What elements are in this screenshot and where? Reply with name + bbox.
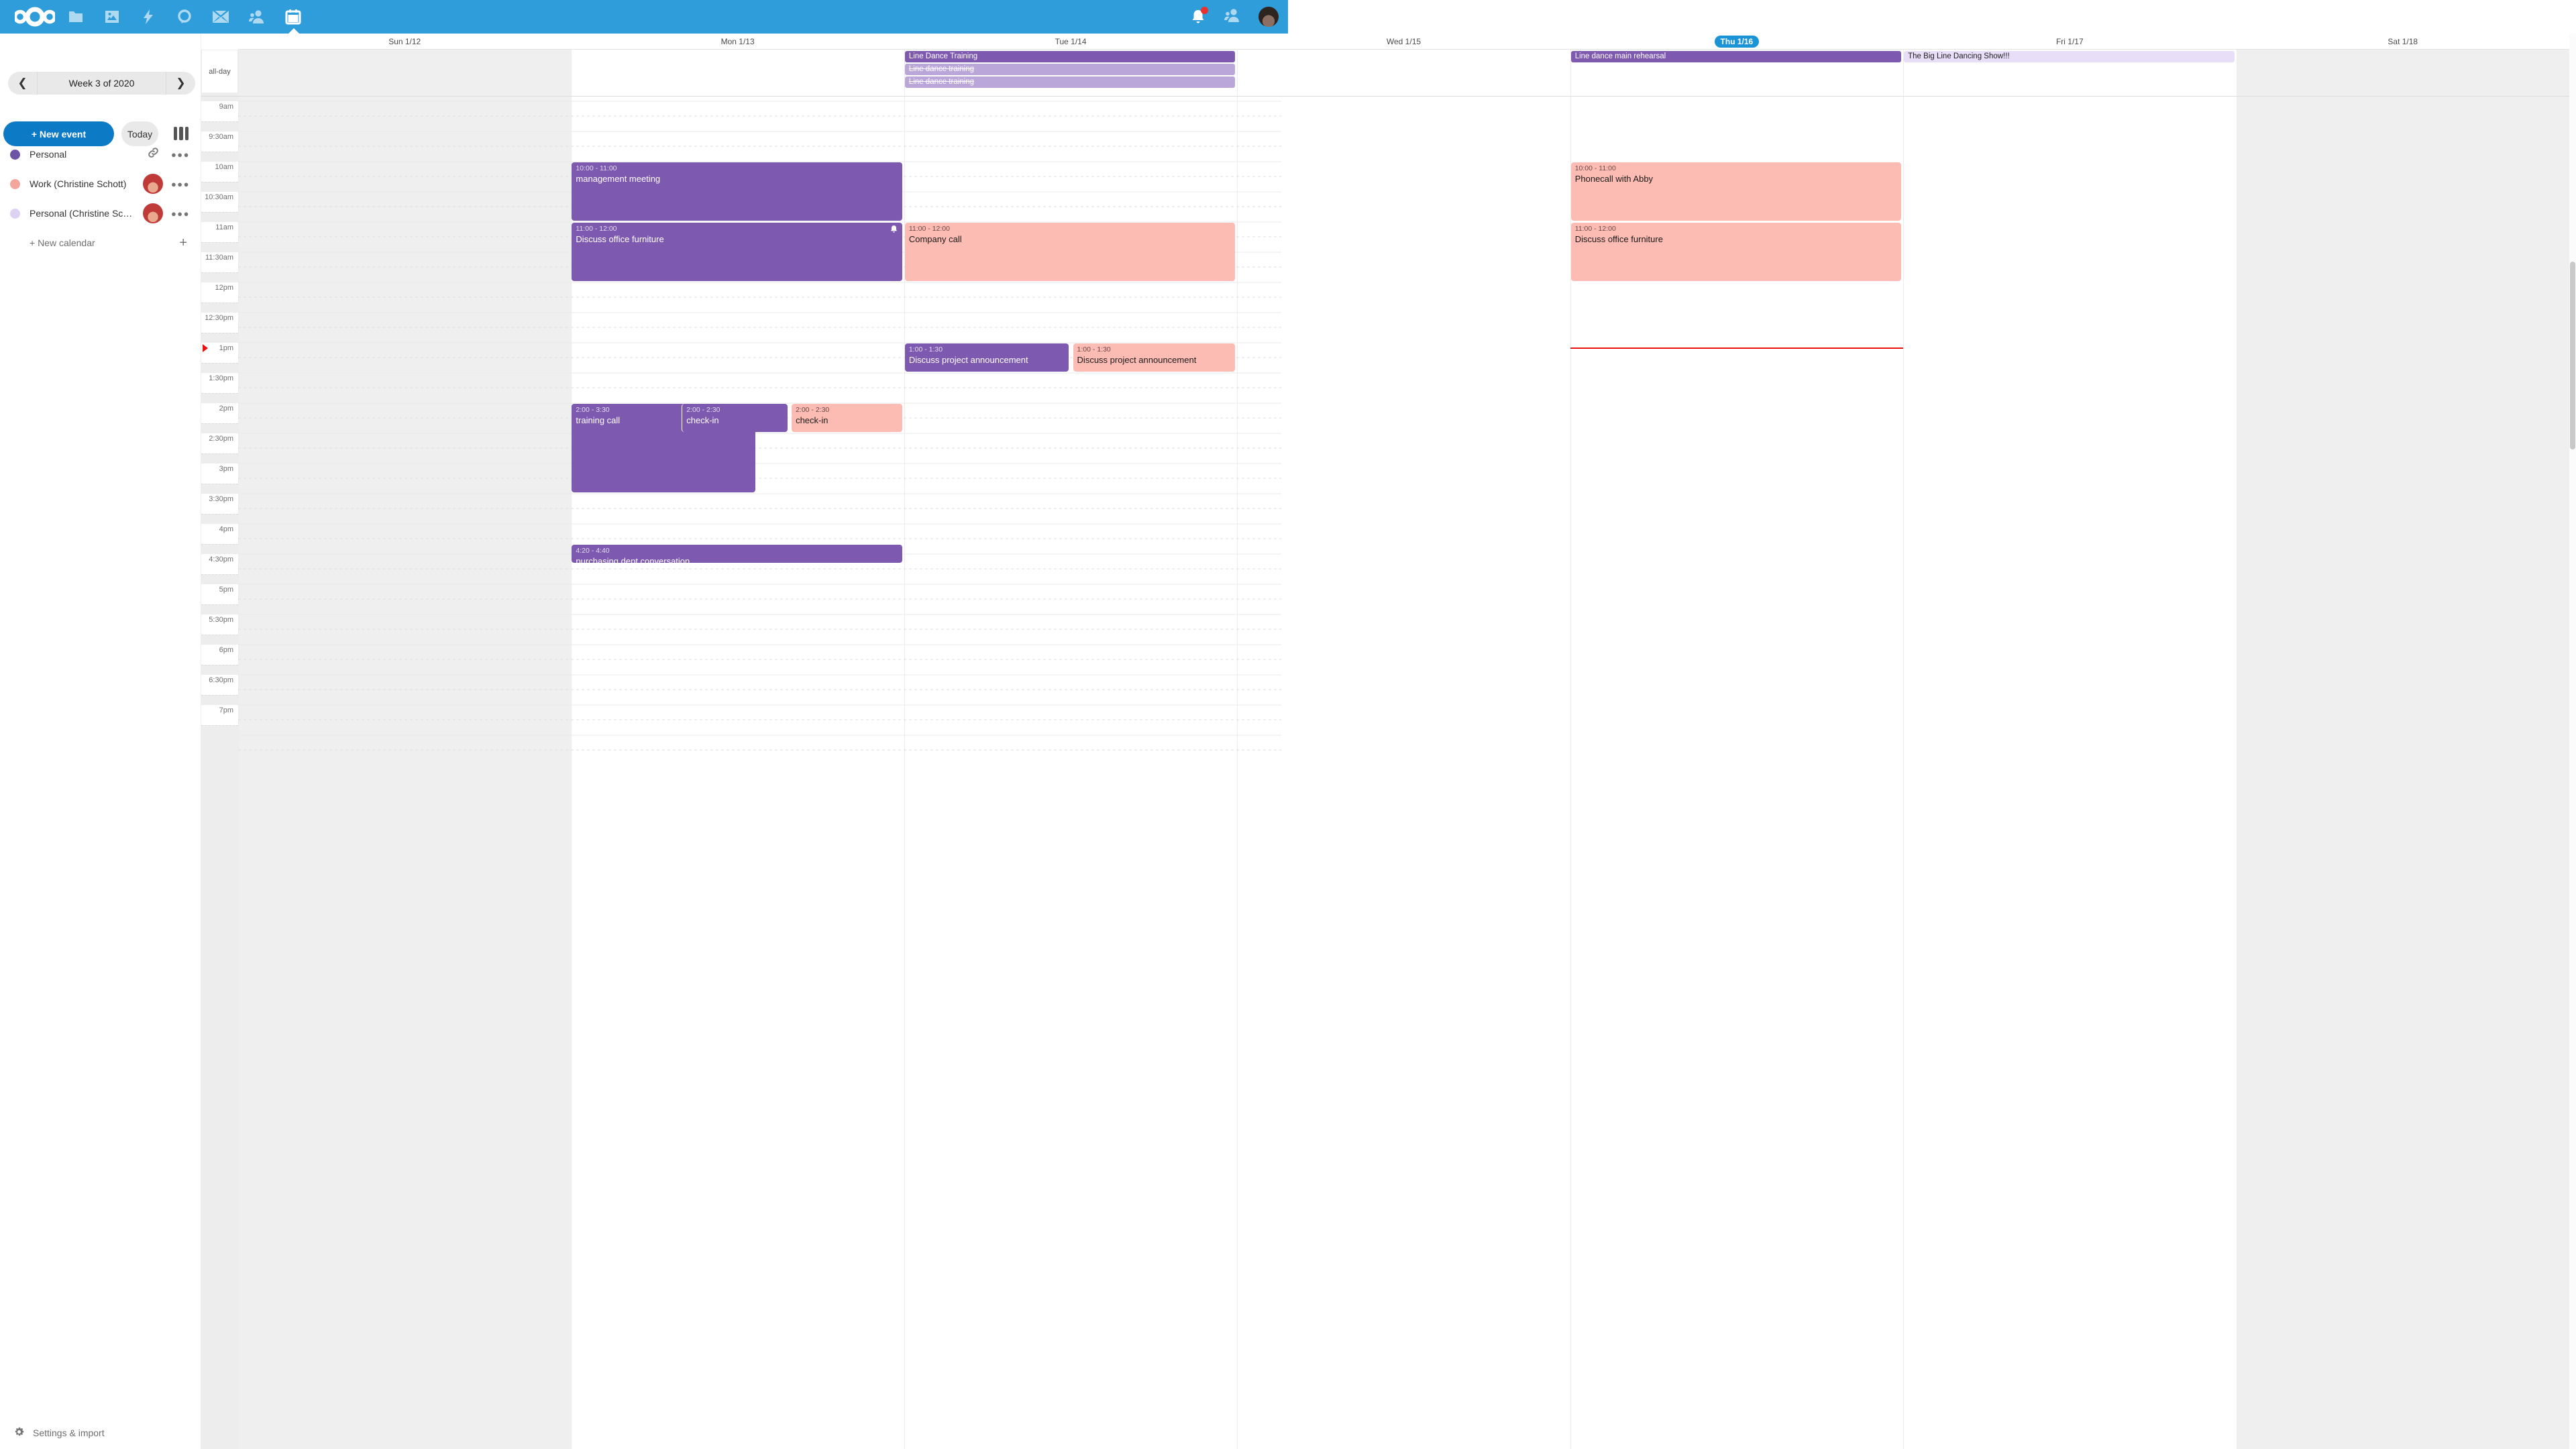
shared-by-avatar — [143, 203, 163, 223]
sidebar: ❮ Week 3 of 2020 ❯ + New event Today Per… — [0, 34, 201, 1449]
all-day-event[interactable]: Line dance main rehearsal — [1571, 51, 1901, 62]
all-day-event[interactable]: Line dance training — [905, 76, 1235, 88]
event[interactable]: 1:00 - 1:30Discuss project announcement — [905, 343, 1069, 372]
settings-and-import[interactable]: Settings & import — [13, 1426, 105, 1440]
calendar-week-view: Sun 1/12Mon 1/13Tue 1/14Wed 1/15Thu 1/16… — [201, 34, 2576, 1449]
time-label: 2pm — [201, 403, 238, 433]
alarm-bell-icon — [890, 225, 898, 233]
notifications-bell-icon[interactable] — [1190, 9, 1206, 25]
time-label: 9am — [201, 101, 238, 131]
all-day-event[interactable]: Line dance training — [905, 64, 1235, 75]
calendar-item-work-christine[interactable]: Work (Christine Schott) ●●● — [0, 169, 201, 199]
new-calendar-row[interactable]: + New calendar + — [0, 228, 201, 258]
event[interactable]: 11:00 - 12:00Discuss office furniture — [1571, 223, 1901, 281]
time-label: 10am — [201, 162, 238, 192]
time-label: 3pm — [201, 464, 238, 494]
all-day-label: all-day — [202, 50, 237, 93]
calendar-color-dot — [10, 209, 20, 219]
time-label: 9:30am — [201, 131, 238, 162]
calendar-color-dot — [10, 150, 20, 160]
view-switcher-icon[interactable] — [174, 127, 189, 140]
time-label: 12:30pm — [201, 313, 238, 343]
mail-icon[interactable] — [212, 8, 229, 25]
calendar-actions-menu-icon[interactable]: ●●● — [171, 150, 190, 160]
calendar-actions-menu-icon[interactable]: ●●● — [171, 179, 190, 189]
vertical-scrollbar[interactable] — [2569, 34, 2576, 1449]
events-layer: 10:00 - 11:00management meeting11:00 - 1… — [238, 97, 2569, 1449]
time-label: 1:30pm — [201, 373, 238, 403]
active-app-indicator — [288, 28, 300, 34]
day-header[interactable]: Tue 1/14 — [904, 34, 1237, 49]
all-day-events-layer: Line Dance TrainingLine dance trainingLi… — [238, 50, 2569, 97]
time-label: 5pm — [201, 584, 238, 614]
week-navigation: ❮ Week 3 of 2020 ❯ — [8, 72, 195, 95]
time-label: 7pm — [201, 705, 238, 735]
day-header[interactable]: Wed 1/15 — [1237, 34, 1570, 49]
files-icon[interactable] — [67, 8, 85, 25]
event[interactable]: 2:00 - 2:30check-in — [682, 404, 787, 432]
time-label: 10:30am — [201, 192, 238, 222]
day-header[interactable]: Sun 1/12 — [238, 34, 571, 49]
time-label: 4pm — [201, 524, 238, 554]
event[interactable]: 10:00 - 11:00management meeting — [572, 162, 902, 221]
top-bar-right — [1190, 0, 1279, 34]
event[interactable]: 2:00 - 2:30check-in — [792, 404, 902, 432]
time-label: 12pm — [201, 282, 238, 313]
all-day-event[interactable]: Line Dance Training — [905, 51, 1235, 62]
calendar-item-personal[interactable]: Personal ●●● — [0, 140, 201, 169]
current-time-arrow-icon — [203, 344, 208, 352]
next-week-button[interactable]: ❯ — [166, 72, 195, 95]
current-time-line — [1570, 347, 1903, 349]
event[interactable]: 10:00 - 11:00Phonecall with Abby — [1571, 162, 1901, 221]
gear-icon — [13, 1426, 25, 1440]
time-label: 6pm — [201, 645, 238, 675]
top-bar — [0, 0, 1288, 34]
time-label: 2:30pm — [201, 433, 238, 464]
all-day-event[interactable]: The Big Line Dancing Show!!! — [1904, 51, 2234, 62]
time-label: 11:30am — [201, 252, 238, 282]
week-label[interactable]: Week 3 of 2020 — [38, 78, 166, 89]
time-grid[interactable]: 9am9:30am10am10:30am11am11:30am12pm12:30… — [201, 97, 2569, 1449]
app-navigation-bar — [67, 0, 302, 34]
contacts-menu-icon[interactable] — [1224, 7, 1241, 27]
nextcloud-logo-icon[interactable] — [15, 5, 55, 32]
time-label: 6:30pm — [201, 675, 238, 705]
day-header[interactable]: Mon 1/13 — [571, 34, 904, 49]
notification-badge — [1201, 7, 1208, 14]
time-label: 5:30pm — [201, 614, 238, 645]
all-day-gutter: all-day — [201, 50, 238, 97]
event[interactable]: 11:00 - 12:00Company call — [905, 223, 1235, 281]
contacts-icon[interactable] — [248, 8, 266, 25]
user-avatar[interactable] — [1258, 7, 1279, 27]
calendar-icon[interactable] — [284, 8, 302, 25]
day-header-row: Sun 1/12Mon 1/13Tue 1/14Wed 1/15Thu 1/16… — [238, 34, 2569, 50]
time-label: 11am — [201, 222, 238, 252]
day-header[interactable]: Sat 1/18 — [2237, 34, 2569, 49]
event[interactable]: 4:20 - 4:40purchasing dept conversation — [572, 545, 902, 563]
photos-icon[interactable] — [103, 8, 121, 25]
time-label: 3:30pm — [201, 494, 238, 524]
all-day-divider — [201, 96, 2569, 97]
time-label: 4:30pm — [201, 554, 238, 584]
scrollbar-thumb[interactable] — [2570, 262, 2575, 449]
calendar-item-personal-christine[interactable]: Personal (Christine Scho… ●●● — [0, 199, 201, 228]
time-axis-gutter: 9am9:30am10am10:30am11am11:30am12pm12:30… — [201, 97, 238, 1449]
talk-icon[interactable] — [176, 8, 193, 25]
plus-icon[interactable]: + — [179, 235, 187, 251]
all-day-row: all-day Line Dance Training Line dance tr… — [201, 50, 2569, 97]
previous-week-button[interactable]: ❮ — [8, 72, 38, 95]
day-header[interactable]: Fri 1/17 — [1903, 34, 2236, 49]
shared-by-avatar — [143, 174, 163, 194]
calendar-actions-menu-icon[interactable]: ●●● — [171, 209, 190, 219]
day-header[interactable]: Thu 1/16 — [1570, 34, 1903, 49]
calendar-color-dot — [10, 179, 20, 189]
activity-icon[interactable] — [140, 8, 157, 25]
share-link-icon[interactable] — [148, 147, 159, 162]
event[interactable]: 11:00 - 12:00Discuss office furniture — [572, 223, 902, 281]
event[interactable]: 1:00 - 1:30Discuss project announcement — [1073, 343, 1236, 372]
